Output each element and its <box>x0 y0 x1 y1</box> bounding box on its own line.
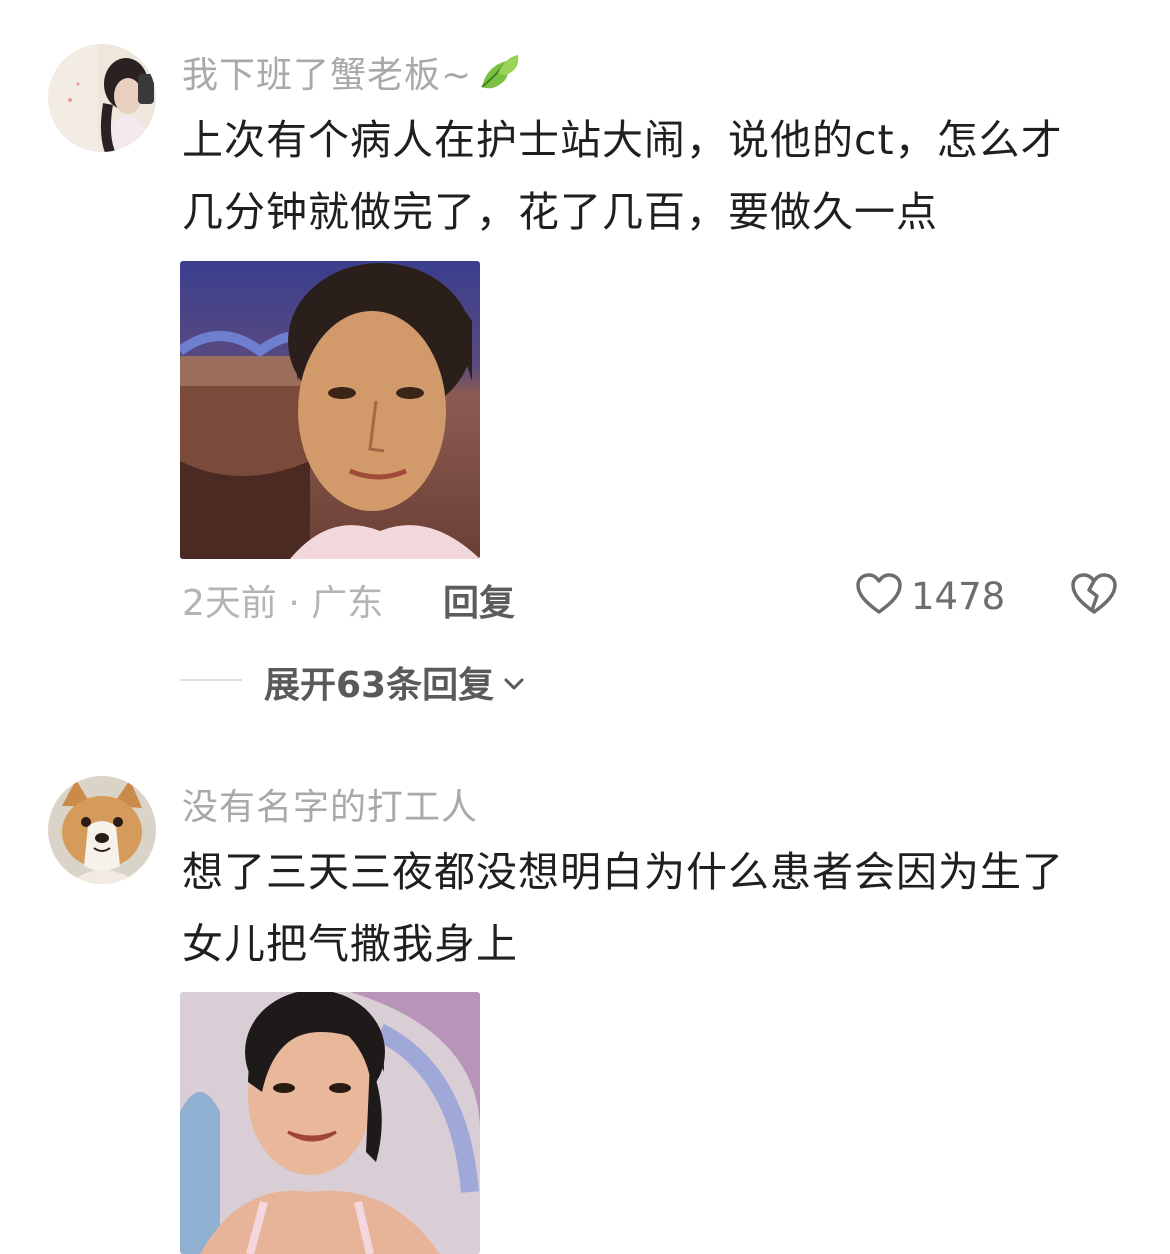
heart-outline-icon <box>855 572 903 620</box>
comment-text: 上次有个病人在护士站大闹，说他的ct，怎么才 几分钟就做完了，花了几百，要做久一… <box>182 104 1142 248</box>
broken-heart-icon <box>1070 573 1118 620</box>
avatar[interactable] <box>48 776 156 884</box>
comment-text-line: 女儿把气撒我身上 <box>182 920 518 968</box>
username[interactable]: 没有名字的打工人 <box>182 778 478 830</box>
comment-image[interactable] <box>180 261 480 559</box>
comment-text-line: 几分钟就做完了，花了几百，要做久一点 <box>182 188 938 236</box>
comment-image[interactable] <box>180 992 480 1254</box>
username[interactable]: 我下班了蟹老板~ <box>182 46 520 102</box>
expand-replies-button[interactable]: 展开63条回复 <box>264 656 526 708</box>
expand-replies-label: 展开63条回复 <box>264 665 495 706</box>
comment-meta: 2天前 · 广东 <box>182 583 384 624</box>
like-count: 1478 <box>911 574 1006 618</box>
like-button[interactable]: 1478 <box>855 572 1005 620</box>
comment-text-line: 想了三天三夜都没想明白为什么患者会因为生了 <box>182 848 1064 896</box>
username-text: 我下班了蟹老板~ <box>182 55 473 96</box>
username-text: 没有名字的打工人 <box>182 787 479 828</box>
chevron-down-icon <box>502 662 526 703</box>
reply-button[interactable]: 回复 <box>443 574 515 626</box>
comment-text: 想了三天三夜都没想明白为什么患者会因为生了 女儿把气撒我身上 <box>182 836 1142 980</box>
comment-text-line: 上次有个病人在护士站大闹，说他的ct，怎么才 <box>182 116 1063 164</box>
leaf-emoji-icon <box>476 53 520 102</box>
avatar[interactable] <box>48 44 156 152</box>
divider <box>180 679 242 681</box>
dislike-button[interactable] <box>1070 572 1118 620</box>
